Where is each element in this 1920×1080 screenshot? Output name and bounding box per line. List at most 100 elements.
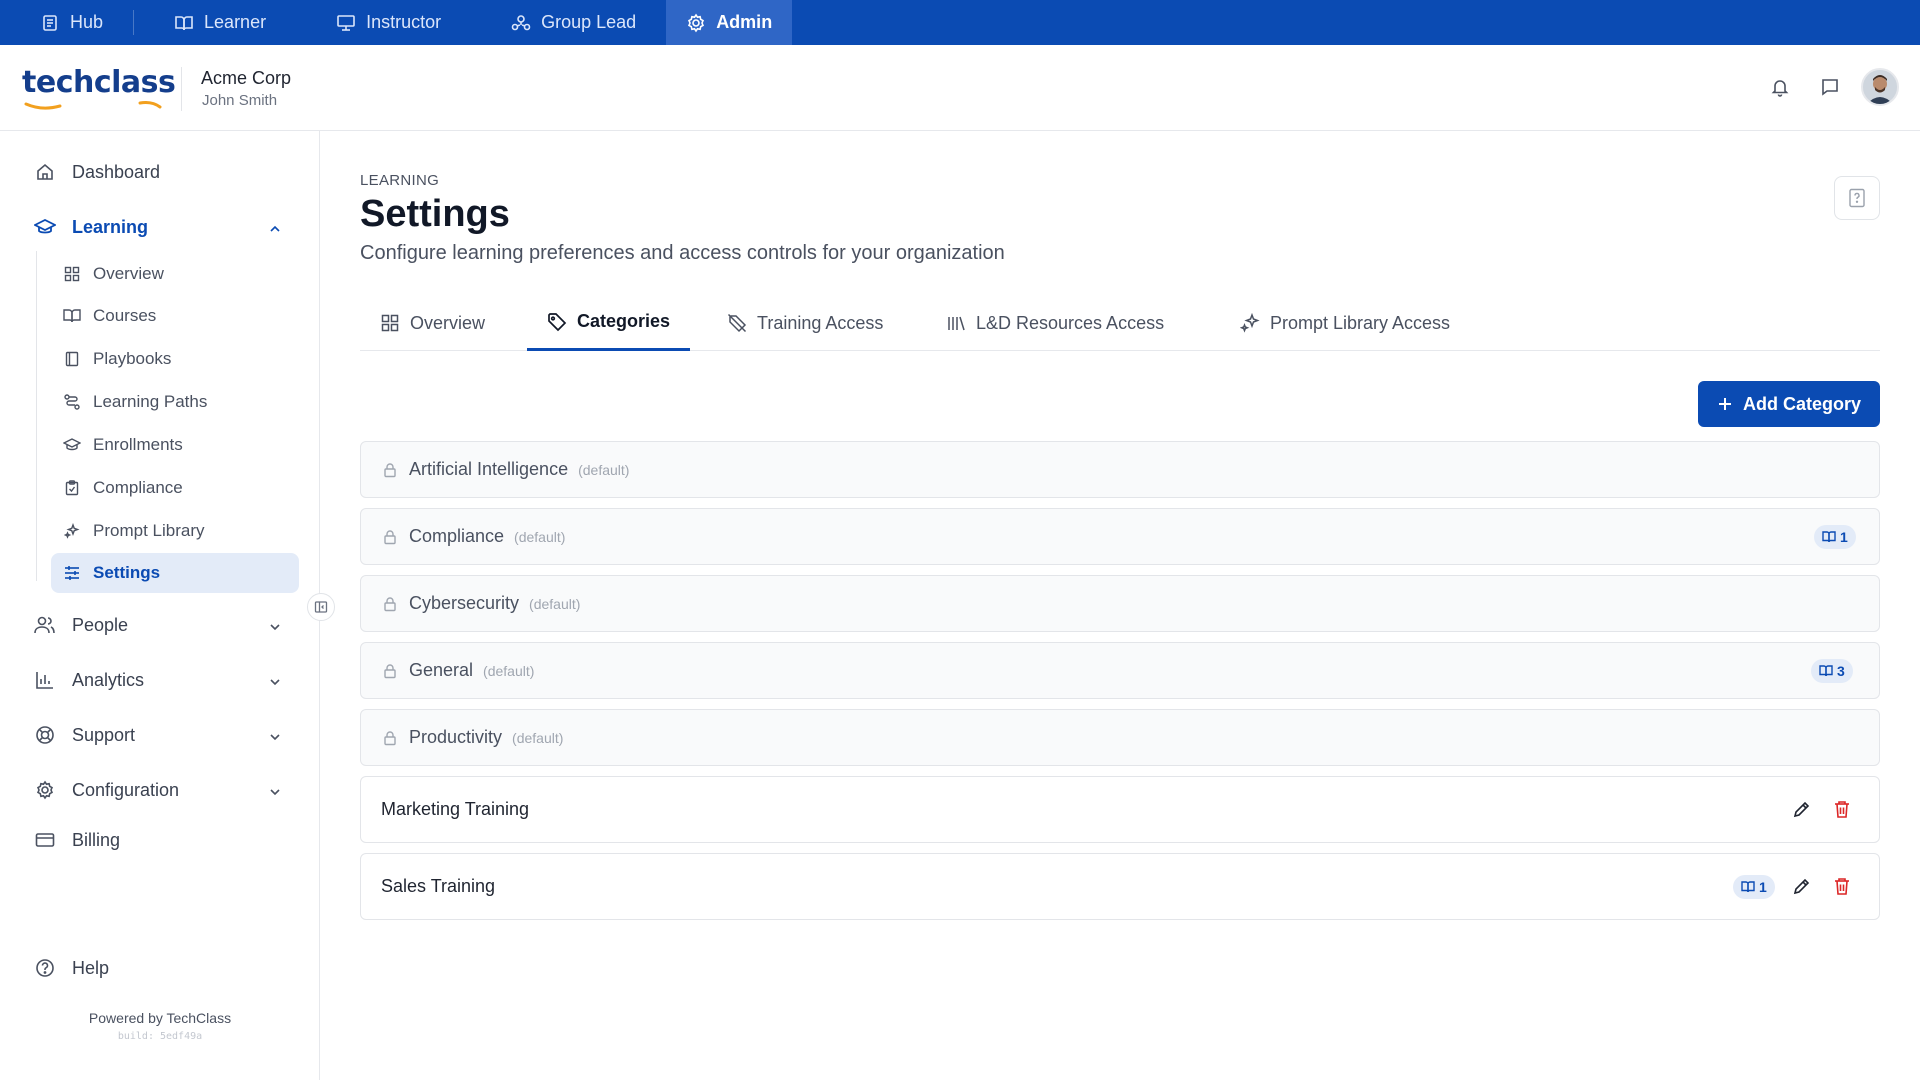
- divider: [36, 251, 37, 581]
- course-count-badge: 3: [1811, 659, 1853, 683]
- graduation-cap-icon: [34, 216, 56, 238]
- sidebar-item-label: Learning: [72, 216, 149, 237]
- sidebar-item-analytics[interactable]: Analytics: [34, 669, 144, 691]
- edit-button[interactable]: [1790, 874, 1814, 898]
- lock-icon: [381, 461, 399, 479]
- sidebar-item-overview[interactable]: Overview: [51, 254, 299, 294]
- settings-tabs: Overview Categories Training Access L&D …: [360, 295, 1880, 351]
- edit-button[interactable]: [1790, 797, 1814, 821]
- sidebar-item-support[interactable]: Support: [34, 724, 135, 746]
- role-tab-instructor[interactable]: Instructor: [296, 0, 471, 45]
- tab-prompt-library-access[interactable]: Prompt Library Access: [1220, 295, 1470, 351]
- avatar[interactable]: [1861, 68, 1899, 106]
- route-icon: [63, 393, 81, 411]
- chevron-down-icon[interactable]: [268, 675, 282, 689]
- group-icon: [511, 13, 531, 33]
- add-category-button[interactable]: Add Category: [1698, 381, 1880, 427]
- sidebar-item-configuration[interactable]: Configuration: [34, 779, 179, 801]
- help-document-icon: [1849, 188, 1865, 208]
- user-name: John Smith: [202, 92, 278, 109]
- default-label: (default): [514, 528, 566, 545]
- sidebar-item-help[interactable]: Help: [34, 957, 109, 979]
- page-title: Settings: [360, 193, 510, 235]
- sidebar: Dashboard Learning Overview Courses Play…: [0, 131, 320, 1080]
- sidebar-item-playbooks[interactable]: Playbooks: [51, 339, 299, 379]
- sidebar-item-settings[interactable]: Settings: [51, 553, 299, 593]
- grid-icon: [380, 313, 400, 333]
- chevron-up-icon[interactable]: [268, 222, 282, 236]
- sidebar-item-label: Support: [72, 724, 136, 745]
- tab-overview[interactable]: Overview: [360, 295, 505, 351]
- sidebar-item-enrollments[interactable]: Enrollments: [51, 425, 299, 465]
- category-row[interactable]: General (default) 3: [360, 642, 1880, 699]
- sidebar-item-label: Overview: [93, 264, 164, 283]
- sidebar-item-dashboard[interactable]: Dashboard: [34, 161, 160, 183]
- chevron-down-icon[interactable]: [268, 785, 282, 799]
- lock-icon: [381, 528, 399, 546]
- chevron-down-icon[interactable]: [268, 730, 282, 744]
- role-tab-hub[interactable]: Hub: [0, 0, 133, 45]
- org-name[interactable]: Acme Corp: [201, 68, 291, 89]
- course-count-badge: 1: [1814, 525, 1856, 549]
- sidebar-item-prompt-library[interactable]: Prompt Library: [51, 511, 299, 551]
- category-name: Compliance: [409, 526, 505, 546]
- page-subtitle: Configure learning preferences and acces…: [360, 242, 1005, 264]
- collapse-sidebar-button[interactable]: [307, 593, 335, 621]
- sparkles-icon: [1240, 313, 1260, 333]
- delete-button[interactable]: [1830, 874, 1854, 898]
- sidebar-item-courses[interactable]: Courses: [51, 296, 299, 336]
- sidebar-item-label: Analytics: [72, 669, 145, 690]
- sidebar-item-label: Enrollments: [93, 435, 183, 454]
- library-icon: [946, 313, 966, 333]
- badge-count: 3: [1837, 663, 1845, 679]
- tab-label: Prompt Library Access: [1270, 312, 1451, 333]
- category-name: Cybersecurity: [409, 593, 520, 613]
- sidebar-item-people[interactable]: People: [34, 614, 128, 636]
- category-row[interactable]: Artificial Intelligence (default): [360, 441, 1880, 498]
- grid-icon: [63, 265, 81, 283]
- bar-chart-icon: [34, 669, 56, 691]
- trash-icon: [1835, 878, 1849, 895]
- book-open-icon: [63, 307, 81, 325]
- category-row[interactable]: Marketing Training: [360, 776, 1880, 843]
- message-icon[interactable]: [1818, 75, 1842, 99]
- divider: [181, 67, 182, 111]
- tab-label: L&D Resources Access: [976, 312, 1165, 333]
- chevron-down-icon[interactable]: [268, 620, 282, 634]
- sidebar-item-learning-paths[interactable]: Learning Paths: [51, 382, 299, 422]
- tab-ld-resources-access[interactable]: L&D Resources Access: [926, 295, 1184, 351]
- sidebar-item-label: Billing: [72, 829, 121, 850]
- app-header: techclass Acme Corp John Smith: [0, 45, 1920, 131]
- add-category-label: Add Category: [1742, 393, 1861, 414]
- sidebar-item-billing[interactable]: Billing: [34, 829, 120, 851]
- techclass-logo[interactable]: techclass: [22, 65, 176, 110]
- breadcrumb: LEARNING: [360, 172, 440, 189]
- category-row[interactable]: Sales Training 1: [360, 853, 1880, 920]
- sidebar-item-label: Playbooks: [93, 349, 172, 368]
- gear-icon: [686, 13, 706, 33]
- pencil-icon: [1793, 878, 1810, 895]
- document-icon: [40, 13, 60, 33]
- category-row[interactable]: Compliance (default) 1: [360, 508, 1880, 565]
- sidebar-item-learning[interactable]: Learning: [34, 216, 148, 238]
- help-button[interactable]: [1834, 176, 1880, 220]
- bell-icon[interactable]: [1768, 75, 1792, 99]
- category-name: Sales Training: [381, 876, 496, 896]
- role-tab-group-lead[interactable]: Group Lead: [471, 0, 666, 45]
- category-name: Artificial Intelligence: [409, 459, 569, 479]
- role-tab-learner[interactable]: Learner: [134, 0, 296, 45]
- logo-text: techclass: [22, 65, 176, 100]
- sidebar-item-compliance[interactable]: Compliance: [51, 468, 299, 508]
- tab-categories[interactable]: Categories: [527, 295, 691, 351]
- category-row[interactable]: Productivity (default): [360, 709, 1880, 766]
- role-tab-label: Group Lead: [541, 12, 637, 32]
- tag-icon: [547, 312, 567, 332]
- category-name: Productivity: [409, 727, 503, 747]
- sidebar-item-label: Compliance: [93, 478, 183, 497]
- delete-button[interactable]: [1830, 797, 1854, 821]
- sliders-icon: [63, 564, 81, 582]
- gear-icon: [34, 779, 56, 801]
- category-row[interactable]: Cybersecurity (default): [360, 575, 1880, 632]
- role-tab-admin[interactable]: Admin: [666, 0, 793, 45]
- tab-training-access[interactable]: Training Access: [707, 295, 903, 351]
